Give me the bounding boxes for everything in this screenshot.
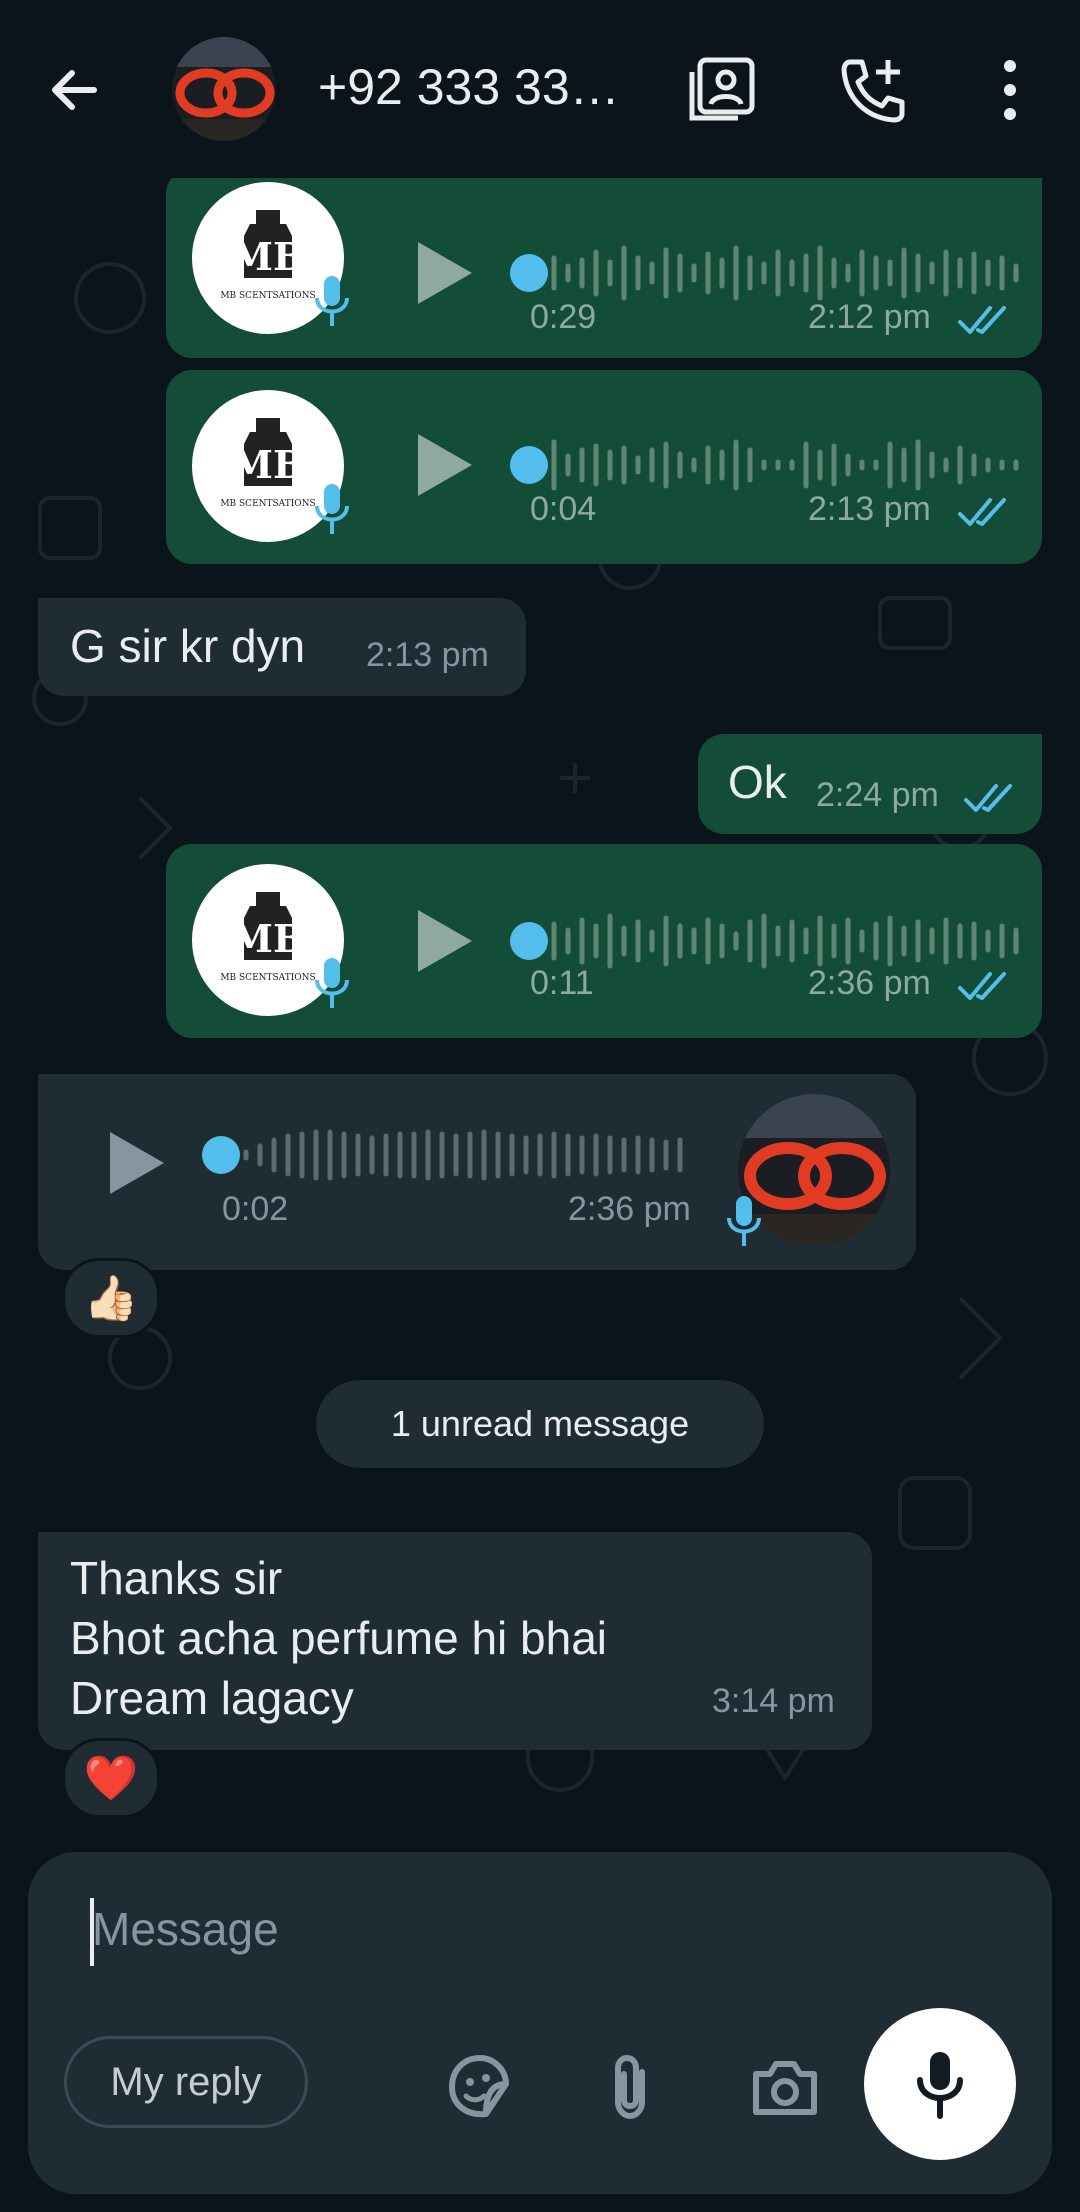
play-icon[interactable] <box>412 906 476 976</box>
message-line: Bhot acha perfume hi bhai <box>70 1612 608 1664</box>
message-line: Dream lagacy <box>70 1672 354 1724</box>
contact-card-icon[interactable] <box>684 52 760 128</box>
message-time: 2:12 pm <box>808 298 931 336</box>
play-icon[interactable] <box>412 430 476 500</box>
voice-mic-icon <box>315 484 349 534</box>
voice-waveform[interactable] <box>546 906 1026 976</box>
voice-duration: 0:04 <box>530 490 597 528</box>
chat-area: MB MB SCENTSATIONS 0:29 2:12 pm MB MB SC… <box>0 178 1080 1848</box>
incoming-text-message[interactable]: G sir kr dyn 2:13 pm <box>38 598 526 696</box>
reaction-thumbs-up[interactable]: 👍🏻 <box>62 1258 160 1338</box>
svg-text:MB SCENTSATIONS: MB SCENTSATIONS <box>220 499 315 509</box>
contact-avatar[interactable] <box>172 37 276 141</box>
chat-header: +92 333 33… <box>0 0 1080 178</box>
playback-position-dot[interactable] <box>510 446 548 484</box>
svg-text:MB: MB <box>231 442 305 487</box>
add-call-icon[interactable] <box>836 52 912 128</box>
mic-icon <box>917 2052 963 2119</box>
svg-text:MB: MB <box>231 916 305 961</box>
message-composer: Message My reply <box>28 1852 1052 2194</box>
voice-duration: 0:02 <box>222 1190 289 1228</box>
read-ticks-icon <box>958 972 1006 1000</box>
incoming-text-message[interactable]: Thanks sir Bhot acha perfume hi bhai Dre… <box>38 1532 872 1750</box>
reaction-heart[interactable]: ❤️ <box>62 1738 160 1818</box>
unread-divider: 1 unread message <box>316 1380 764 1468</box>
sticker-icon[interactable] <box>442 2050 516 2124</box>
playback-position-dot[interactable] <box>510 254 548 292</box>
play-icon[interactable] <box>412 238 476 308</box>
voice-duration: 0:29 <box>530 298 597 336</box>
outgoing-text-message[interactable]: Ok 2:24 pm <box>698 734 1042 834</box>
svg-text:MB SCENTSATIONS: MB SCENTSATIONS <box>220 973 315 983</box>
message-time: 2:13 pm <box>366 636 489 674</box>
message-time: 2:36 pm <box>568 1190 691 1228</box>
svg-text:MB: MB <box>231 234 305 279</box>
read-ticks-icon <box>958 306 1006 334</box>
message-text: Ok <box>728 756 787 808</box>
play-icon[interactable] <box>104 1128 168 1198</box>
voice-mic-icon <box>727 1196 761 1246</box>
message-time: 2:13 pm <box>808 490 931 528</box>
voice-duration: 0:11 <box>530 964 594 1002</box>
read-ticks-icon <box>964 784 1012 812</box>
voice-mic-icon <box>315 958 349 1008</box>
record-voice-button[interactable] <box>864 2008 1016 2160</box>
outgoing-voice-message[interactable]: MB MB SCENTSATIONS 0:04 2:13 pm <box>166 370 1042 564</box>
voice-waveform[interactable] <box>546 430 1026 500</box>
message-time: 2:36 pm <box>808 964 931 1002</box>
voice-waveform[interactable] <box>238 1120 698 1190</box>
contact-name[interactable]: +92 333 33… <box>318 58 620 116</box>
message-time: 2:24 pm <box>816 776 939 814</box>
attach-icon[interactable] <box>596 2050 670 2124</box>
outgoing-voice-message[interactable]: MB MB SCENTSATIONS 0:29 2:12 pm <box>166 178 1042 358</box>
message-text: G sir kr dyn <box>70 620 306 672</box>
outgoing-voice-message[interactable]: MB MB SCENTSATIONS 0:11 2:36 pm <box>166 844 1042 1038</box>
camera-icon[interactable] <box>748 2050 822 2124</box>
playback-position-dot[interactable] <box>202 1136 240 1174</box>
logo-text: MB SCENTSATIONS <box>220 291 315 301</box>
read-ticks-icon <box>958 498 1006 526</box>
message-input[interactable]: Message <box>92 1902 279 1956</box>
voice-waveform[interactable] <box>546 238 1026 308</box>
message-time: 3:14 pm <box>712 1682 835 1720</box>
my-reply-chip[interactable]: My reply <box>64 2036 308 2128</box>
playback-position-dot[interactable] <box>510 922 548 960</box>
voice-mic-icon <box>315 276 349 326</box>
back-arrow-icon[interactable] <box>40 55 110 125</box>
more-vert-icon[interactable] <box>972 52 1048 128</box>
incoming-voice-message[interactable]: 0:02 2:36 pm <box>38 1074 916 1270</box>
message-line: Thanks sir <box>70 1552 283 1604</box>
